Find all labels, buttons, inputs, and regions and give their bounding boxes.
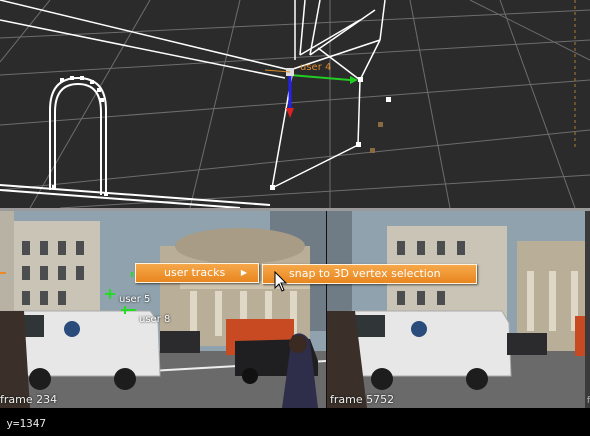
- wireframe-scene: [0, 0, 590, 208]
- frame-label-right: frame 5752: [330, 393, 395, 406]
- street-scene-left: [0, 211, 326, 408]
- menu-item-label: user tracks: [164, 266, 226, 279]
- camera-view-right[interactable]: frame 5752: [327, 211, 590, 408]
- arrow-cursor-icon: [274, 271, 288, 292]
- menu-item-user-tracks[interactable]: user tracks ▶: [135, 263, 259, 283]
- status-bar: 8 y=1347: [0, 408, 590, 436]
- selected-vertex-label: user 4: [300, 62, 332, 73]
- triangle-right-icon: ▶: [240, 268, 247, 277]
- 3d-viewport[interactable]: user 4: [0, 0, 590, 208]
- transform-gizmo: [264, 68, 358, 118]
- street-scene-right: [327, 211, 590, 408]
- arch-vertices: [52, 76, 108, 196]
- right-edge-scrollbar[interactable]: [585, 211, 590, 408]
- frame-label-left: frame 234: [0, 393, 58, 406]
- status-coordinates: 8 y=1347: [0, 417, 46, 430]
- submenu-item-label: snap to 3D vertex selection: [289, 267, 441, 280]
- track-label-user-8[interactable]: user 8: [139, 314, 170, 325]
- submenu-item-snap-to-3d-vertex[interactable]: snap to 3D vertex selection: [262, 264, 477, 284]
- camera-view-left[interactable]: user 5 user 8 frame 234: [0, 211, 326, 408]
- track-label-user-5[interactable]: user 5: [119, 294, 150, 305]
- arch-wireframe: [0, 76, 271, 208]
